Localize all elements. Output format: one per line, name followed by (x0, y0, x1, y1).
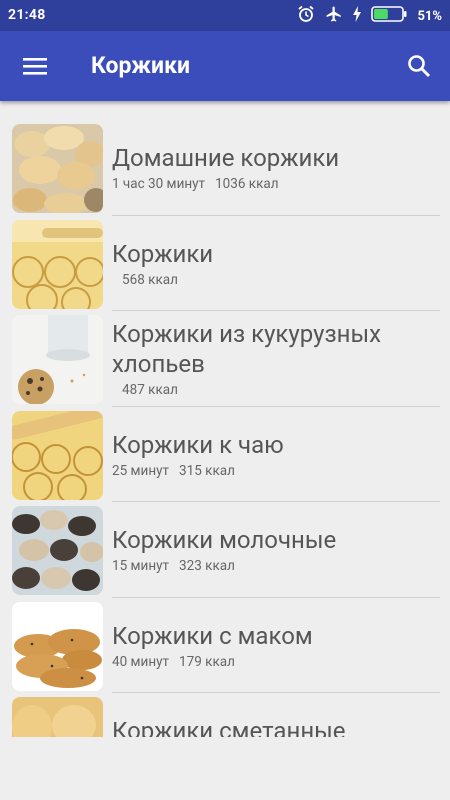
recipe-meta: 487 ккал (112, 382, 438, 398)
status-time: 21:48 (8, 7, 46, 23)
menu-button[interactable] (22, 55, 48, 77)
recipe-meta: 568 ккал (112, 272, 438, 288)
recipe-title: Домашние коржики (112, 144, 340, 173)
recipe-title: Коржики из кукурузных хлопьев (112, 320, 382, 379)
battery-percent: 51% (417, 8, 442, 24)
recipe-title: Коржики сметанные (112, 717, 346, 737)
status-bar: 21:48 51% (0, 0, 450, 31)
recipe-item[interactable]: Коржики из кукурузных хлопьев 487 ккал (0, 311, 450, 407)
alarm-icon (297, 5, 315, 27)
recipe-meta: 25 минут 315 ккал (112, 463, 438, 479)
recipe-calories: 568 ккал (122, 271, 178, 288)
recipe-meta: 1 час 30 минут 1036 ккал (112, 176, 438, 192)
recipe-time: 1 час 30 минут (112, 176, 206, 193)
recipe-thumbnail (12, 506, 103, 595)
recipe-item[interactable]: Коржики к чаю 25 минут 315 ккал (0, 407, 450, 502)
recipe-calories: 1036 ккал (215, 176, 279, 193)
recipe-time: 40 минут (112, 653, 169, 670)
recipe-title: Коржики к чаю (112, 430, 284, 459)
recipe-item[interactable]: Коржики 568 ккал (0, 216, 450, 311)
recipe-calories: 323 ккал (179, 558, 235, 575)
recipe-meta: 40 минут 179 ккал (112, 654, 438, 670)
recipe-item[interactable]: Коржики молочные 15 минут 323 ккал (0, 502, 450, 598)
recipe-meta: 15 минут 323 ккал (112, 558, 438, 574)
search-icon (408, 55, 431, 78)
recipe-item[interactable]: Коржики сметанные (0, 693, 450, 737)
recipe-thumbnail (12, 697, 103, 737)
page-title: Коржики (91, 52, 191, 79)
recipe-calories: 315 ккал (179, 462, 235, 479)
recipe-thumbnail (12, 219, 103, 309)
recipe-title: Коржики (112, 239, 214, 268)
airplane-mode-icon (325, 5, 343, 27)
recipe-item[interactable]: Домашние коржики 1 час 30 минут 1036 кка… (0, 120, 450, 216)
recipe-list[interactable]: Домашние коржики 1 час 30 минут 1036 кка… (0, 120, 450, 737)
battery-icon (371, 6, 407, 26)
recipe-thumbnail (12, 124, 103, 213)
app-bar: Коржики (0, 31, 450, 101)
hamburger-menu-icon (23, 58, 47, 75)
recipe-time: 15 минут (112, 558, 169, 575)
recipe-item[interactable]: Коржики с маком 40 минут 179 ккал (0, 598, 450, 693)
recipe-calories: 179 ккал (179, 653, 235, 670)
recipe-thumbnail (12, 315, 103, 404)
recipe-thumbnail (12, 410, 103, 500)
search-button[interactable] (406, 53, 432, 79)
recipe-time: 25 минут (112, 462, 169, 479)
charging-icon (353, 6, 362, 26)
recipe-thumbnail (12, 601, 103, 691)
recipe-title: Коржики молочные (112, 526, 337, 555)
recipe-calories: 487 ккал (122, 382, 178, 399)
recipe-title: Коржики с маком (112, 621, 313, 650)
